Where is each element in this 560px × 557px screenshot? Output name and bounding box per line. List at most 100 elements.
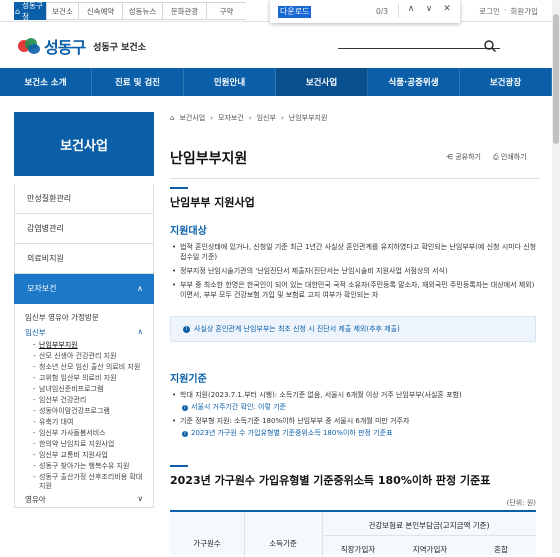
site-tab-label: 구약 — [219, 6, 234, 16]
site-tab-label: 성동구청 — [22, 1, 43, 21]
submenu-item[interactable]: 남녀임신준비프로그램 — [15, 384, 153, 395]
criteria-item: 기준 정부형 지원: 소득기준 180%이하 난임부부 중 서울시 6개월 미만… — [172, 416, 538, 426]
sidebar-item-medical-cost[interactable]: 의료비지원 — [14, 244, 154, 274]
print-label: 인쇄하기 — [500, 153, 527, 161]
find-in-page-bar: 다운로드 0/3 ∧ ∨ ✕ — [270, 0, 460, 23]
submenu-home-visit[interactable]: 임신부 영유아 가정방문 — [15, 310, 153, 325]
info-icon: i — [183, 325, 190, 333]
logo-sub-text: 성동구 보건소 — [93, 42, 146, 53]
crumb-item[interactable]: 보건사업 — [179, 113, 205, 123]
divider — [170, 178, 540, 179]
submenu-label: 임신부 — [25, 328, 46, 337]
criteria-table-link[interactable]: 2023년 가구원 수 가입유형별 기준중위소득 180%이하 판정 기준표 — [182, 428, 393, 438]
submenu-item[interactable]: 한의약 난임치료 지원사업 — [15, 439, 153, 450]
breadcrumb: ⌂ 보건사업 › 모자보건 › 임신부 › 난임부부지원 — [170, 112, 540, 124]
main-content: ⌂ 보건사업 › 모자보건 › 임신부 › 난임부부지원 난임부부지원 ⋲ 공유하기 … — [170, 112, 540, 557]
site-tab-label: 보건소 — [52, 6, 73, 16]
site-tab[interactable]: 신속예약 — [78, 2, 122, 20]
sidebar: 보건사업 만성질환관리 감염병관리 의료비지원 모자보건 ∧ 임신부 영유아 가정… — [14, 112, 154, 508]
nav-item[interactable]: 보건사업 — [276, 68, 368, 96]
site-tab-label: 문화관광 — [170, 6, 199, 16]
sidebar-submenu: 임신부 영유아 가정방문 임신부 ∧ 난임부부지원산모 신생아 건강관리 지원청소… — [14, 304, 154, 508]
nav-item[interactable]: 민원안내 — [184, 68, 276, 96]
site-logo[interactable]: 성동구 성동구 보건소 — [16, 34, 146, 58]
submenu-item[interactable]: 고위험 임산부 의료비 지원 — [15, 373, 153, 384]
submenu-item[interactable]: 임산부 건강관리 — [15, 395, 153, 406]
chevron-right-icon: › — [248, 114, 252, 122]
submenu-item[interactable]: 성동구 찾아가는 행복수유 지원 — [15, 461, 153, 472]
site-header: 성동구 성동구 보건소 — [0, 22, 552, 68]
section-heading: 난임부부 지원사업 — [170, 187, 255, 209]
submenu-item[interactable]: 난임부부지원 — [15, 340, 153, 351]
find-match-count: 0/3 — [376, 7, 389, 16]
find-previous-icon[interactable]: ∧ — [404, 4, 418, 14]
residency-link[interactable]: 서울시 거주기간 확인: 이렇 기준 — [182, 402, 286, 412]
page-title: 난임부부지원 — [170, 151, 248, 167]
site-tab[interactable]: 성동뉴스 — [122, 2, 162, 20]
login-link[interactable]: 로그인 — [479, 6, 500, 17]
page-scrollbar[interactable] — [552, 0, 560, 553]
find-divider — [398, 4, 399, 18]
subsection-heading: 지원기준 — [170, 374, 207, 385]
share-button[interactable]: ⋲ 공유하기 — [446, 152, 481, 162]
home-icon[interactable]: ⌂ — [170, 114, 174, 122]
nav-item[interactable]: 보건광장 — [460, 68, 552, 96]
sidebar-item-maternal[interactable]: 모자보건 ∧ — [14, 274, 154, 304]
find-next-icon[interactable]: ∨ — [422, 4, 436, 14]
crumb-item[interactable]: 모자보건 — [218, 113, 244, 123]
submenu-item[interactable]: 청소년 산모 임신 출산 의료비 지원 — [15, 362, 153, 373]
find-query-input[interactable]: 다운로드 — [278, 5, 312, 18]
find-close-icon[interactable]: ✕ — [440, 4, 454, 14]
chevron-right-icon: › — [210, 114, 214, 122]
nav-item[interactable]: 진료 및 검진 — [92, 68, 184, 96]
table-header-cell: 가구원수 — [193, 539, 221, 548]
table-divider — [244, 512, 245, 557]
logo-mark-icon — [16, 36, 42, 56]
submenu-item[interactable]: 성동구 출산가정 산후조리비용 확대지원 — [15, 472, 153, 492]
submenu-item[interactable]: 임신부 가사돌봄서비스 — [15, 428, 153, 439]
eligibility-item: 정부지정 난임시술기관의 '난임진단서 제출자(진단서는 난임시술비 지원사업 … — [172, 266, 538, 276]
site-tab[interactable]: ⌂ 성동구청 — [14, 1, 46, 21]
submenu-item[interactable]: 산모 신생아 건강관리 지원 — [15, 351, 153, 362]
search-icon[interactable] — [484, 40, 496, 52]
crumb-item[interactable]: 임신부 — [257, 113, 276, 123]
site-tab[interactable]: 보건소 — [46, 2, 78, 20]
crumb-item: 난임부부지원 — [288, 114, 328, 122]
table-header-cell: 혼합 — [494, 545, 508, 554]
nav-item[interactable]: 식품·공중위생 — [368, 68, 460, 96]
site-tab[interactable]: 구약 — [206, 2, 246, 20]
info-note-text: 사실상 혼인관계 난임부부는 최초 신청 시 진단서 제출 제외(추후 제출) — [194, 325, 400, 333]
criteria-table-header: 가구원수 소득기준 건강보험료 본인부담금(고지금액 기준) 직장가입자 지역가… — [170, 510, 536, 557]
site-tab-label: 성동뉴스 — [128, 6, 157, 16]
submenu-item[interactable]: 임신부 교통비 지원사업 — [15, 450, 153, 461]
share-icon: ⋲ — [446, 153, 456, 161]
sidebar-item-label: 모자보건 — [27, 284, 57, 293]
table-header-cell: 직장가입자 — [340, 545, 376, 554]
criteria-item: 학대 지원(2023.7.1.부터 시행): 소득기준 없음, 서울시 6개월 … — [172, 390, 538, 400]
chevron-up-icon: ∧ — [137, 284, 143, 293]
chevron-right-icon: › — [280, 114, 284, 122]
table-header-cell: 지역가입자 — [412, 545, 448, 554]
print-icon: ⎙ — [493, 153, 501, 161]
submenu-list: 난임부부지원산모 신생아 건강관리 지원청소년 산모 임신 출산 의료비 지원고… — [15, 340, 153, 492]
table-title: 2023년 가구원수 가입유형별 기준중위소득 180%이하 판정 기준표 — [170, 465, 491, 487]
submenu-pregnant[interactable]: 임신부 ∧ — [15, 325, 153, 340]
table-header-cell: 건강보험료 본인부담금(고지금액 기준) — [368, 521, 490, 530]
search-input[interactable] — [338, 48, 500, 49]
submenu-infant[interactable]: 영유아 ∨ — [15, 492, 153, 507]
submenu-label: 영유아 — [25, 495, 46, 504]
submenu-item[interactable]: 유축기 대여 — [15, 417, 153, 428]
subsection-heading: 지원대상 — [170, 226, 207, 237]
info-note: i 사실상 혼인관계 난임부부는 최초 신청 시 진단서 제출 제외(추후 제출) — [170, 316, 536, 342]
sidebar-item-chronic[interactable]: 만성질환관리 — [14, 184, 154, 214]
scrollbar-thumb[interactable] — [553, 14, 559, 144]
print-button[interactable]: ⎙ 인쇄하기 — [493, 152, 527, 162]
share-label: 공유하기 — [455, 153, 481, 161]
nav-item[interactable]: 보건소 소개 — [0, 68, 92, 96]
sidebar-item-infection[interactable]: 감염병관리 — [14, 214, 154, 244]
main-navigation: 보건소 소개 진료 및 검진 민원안내 보건사업 식품·공중위생 보건광장 — [0, 68, 552, 96]
submenu-item[interactable]: 성동아이맘건강프로그램 — [15, 406, 153, 417]
site-tab[interactable]: 문화관광 — [162, 2, 206, 20]
sidebar-title: 보건사업 — [14, 112, 154, 176]
signup-link[interactable]: 회원가입 — [510, 6, 538, 17]
